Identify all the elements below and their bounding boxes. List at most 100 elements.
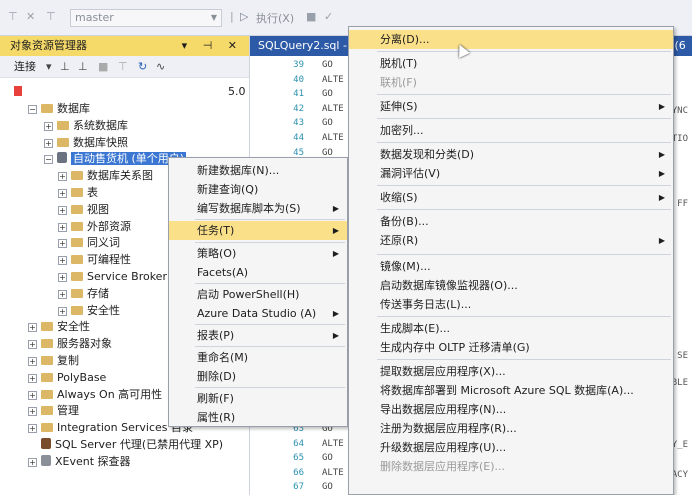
tab-sqlquery2[interactable]: SQLQuery2.sql -	[250, 36, 350, 56]
line-number: 40	[293, 74, 304, 85]
expand-icon[interactable]: +	[58, 289, 67, 299]
expand-icon[interactable]: +	[44, 121, 53, 131]
menu-item[interactable]: Azure Data Studio (A) ▶	[169, 304, 347, 323]
menu-item[interactable]: 还原(R) ▶	[349, 231, 673, 250]
disconnect-icon[interactable]: ⊥	[78, 56, 88, 78]
filter-settings-icon[interactable]: ✕	[26, 10, 35, 23]
menu-item[interactable]: 镜像(M)...	[349, 257, 673, 276]
tree-node[interactable]: + XEvent 探查器	[28, 453, 131, 470]
menu-item[interactable]: 脱机(T)	[349, 54, 673, 73]
tree-node[interactable]: + 安全性	[58, 302, 120, 319]
parse-icon[interactable]: ✓	[324, 10, 333, 23]
menu-item[interactable]: 启动数据库镜像监视器(O)...	[349, 276, 673, 295]
menu-item[interactable]: 新建数据库(N)...	[169, 161, 347, 180]
tree-node[interactable]: + 视图	[58, 201, 109, 218]
tree-node[interactable]: + 可编程性	[58, 251, 131, 268]
expand-icon[interactable]: +	[58, 222, 67, 232]
expand-icon[interactable]: +	[58, 239, 67, 249]
expand-icon[interactable]: +	[28, 424, 37, 434]
menu-item[interactable]: Facets(A)	[169, 263, 347, 282]
menu-item[interactable]: 传送事务日志(L)...	[349, 295, 673, 314]
expand-icon[interactable]: +	[28, 407, 37, 417]
tree-node[interactable]: + 安全性	[28, 318, 90, 335]
menu-item[interactable]: 报表(P) ▶	[169, 326, 347, 345]
tree-node[interactable]: − 自动售货机 (单个用户)	[44, 150, 187, 167]
tree-node[interactable]: + 数据库快照	[44, 134, 128, 151]
menu-item[interactable]: 延伸(S) ▶	[349, 97, 673, 116]
menu-item[interactable]: 收缩(S) ▶	[349, 188, 673, 207]
collapse-icon[interactable]: −	[28, 105, 37, 114]
tree-node[interactable]: + 复制	[28, 352, 79, 369]
expand-icon[interactable]: +	[58, 205, 67, 215]
tree-node[interactable]: + PolyBase	[28, 369, 106, 386]
tree-node[interactable]: + 服务器对象	[28, 335, 112, 352]
panel-window-controls[interactable]: ▾ ⊣ ✕	[182, 36, 243, 56]
menu-item[interactable]: 分离(D)...	[349, 30, 673, 49]
menu-item[interactable]: 联机(F)	[349, 73, 673, 92]
expand-icon[interactable]: +	[28, 390, 37, 400]
server-node[interactable]: 5.0	[14, 83, 246, 100]
menu-item[interactable]: 生成内存中 OLTP 迁移清单(G)	[349, 338, 673, 357]
tree-node[interactable]: SQL Server 代理(已禁用代理 XP)	[28, 436, 223, 453]
connect-button[interactable]: 连接	[14, 60, 36, 73]
filter-icon[interactable]: ⊤	[118, 56, 128, 78]
menu-item[interactable]: 启动 PowerShell(H)	[169, 285, 347, 304]
menu-item[interactable]: 策略(O) ▶	[169, 244, 347, 263]
line-number: 42	[293, 103, 304, 114]
menu-separator	[377, 209, 671, 210]
expand-icon[interactable]: +	[58, 306, 67, 316]
collapse-icon[interactable]: −	[44, 155, 53, 165]
menu-item[interactable]: 编写数据库脚本为(S) ▶	[169, 199, 347, 218]
menu-item[interactable]: 刷新(F)	[169, 389, 347, 408]
tree-node[interactable]: + 外部资源	[58, 218, 131, 235]
menu-item[interactable]: 加密列...	[349, 121, 673, 140]
tree-node[interactable]: + 表	[58, 184, 98, 201]
expand-icon[interactable]: +	[28, 357, 37, 366]
menu-item[interactable]: 升级数据层应用程序(U)...	[349, 438, 673, 457]
menu-item[interactable]: 将数据库部署到 Microsoft Azure SQL 数据库(A)...	[349, 381, 673, 400]
execute-play-icon[interactable]: ▷	[240, 10, 248, 23]
expand-icon[interactable]: +	[58, 256, 67, 266]
menu-item[interactable]: 删除(D)	[169, 367, 347, 386]
expand-icon[interactable]: +	[28, 373, 37, 383]
tree-node[interactable]: + 管理	[28, 402, 79, 419]
expand-icon[interactable]: +	[58, 172, 67, 182]
code-fragment: FF	[677, 199, 688, 209]
execute-button[interactable]: 执行(X)	[256, 10, 294, 26]
menu-item[interactable]: 注册为数据层应用程序(R)...	[349, 419, 673, 438]
expand-icon[interactable]: +	[28, 457, 37, 467]
menu-item[interactable]: 漏洞评估(V) ▶	[349, 164, 673, 183]
filter-clear-icon[interactable]: ⊤	[46, 10, 56, 23]
tree-node[interactable]: + 数据库关系图	[58, 167, 153, 184]
tree-node[interactable]: − 数据库	[28, 100, 90, 117]
expand-icon[interactable]: +	[58, 273, 67, 282]
tree-node[interactable]: + 系统数据库	[44, 117, 128, 134]
activity-monitor-icon[interactable]: ∿	[156, 56, 165, 78]
expand-icon[interactable]: +	[28, 340, 37, 350]
menu-item[interactable]: 备份(B)...	[349, 212, 673, 231]
tree-node[interactable]: + 存储	[58, 285, 109, 302]
filter-icon[interactable]: ⊤	[8, 10, 18, 23]
menu-item[interactable]: 任务(T) ▶	[169, 221, 347, 240]
expand-icon[interactable]: +	[58, 189, 67, 198]
expand-icon[interactable]: +	[44, 138, 53, 148]
tree-node[interactable]: + Service Broker	[58, 268, 167, 285]
stop-icon[interactable]: ■	[306, 10, 316, 23]
menu-item[interactable]: 生成脚本(E)...	[349, 319, 673, 338]
menu-item[interactable]: 数据发现和分类(D) ▶	[349, 145, 673, 164]
connect-icon[interactable]: ⊥	[60, 56, 70, 78]
menu-item[interactable]: 提取数据层应用程序(X)...	[349, 362, 673, 381]
menu-item[interactable]: 导出数据层应用程序(N)...	[349, 400, 673, 419]
stop-icon[interactable]: ■	[98, 56, 108, 78]
database-select[interactable]: master ▼	[70, 9, 222, 27]
tree-node[interactable]: + Always On 高可用性	[28, 386, 162, 403]
menu-item[interactable]: 删除数据层应用程序(E)...	[349, 457, 673, 476]
menu-item-label: 分离(D)...	[380, 33, 430, 46]
menu-item[interactable]: 重命名(M)	[169, 348, 347, 367]
tree-node[interactable]: + 同义词	[58, 234, 120, 251]
menu-item[interactable]: 属性(R)	[169, 408, 347, 427]
connect-dropdown-icon[interactable]: ▾	[46, 56, 52, 78]
refresh-icon[interactable]: ↻	[138, 56, 147, 78]
menu-item[interactable]: 新建查询(Q)	[169, 180, 347, 199]
expand-icon[interactable]: +	[28, 323, 37, 333]
